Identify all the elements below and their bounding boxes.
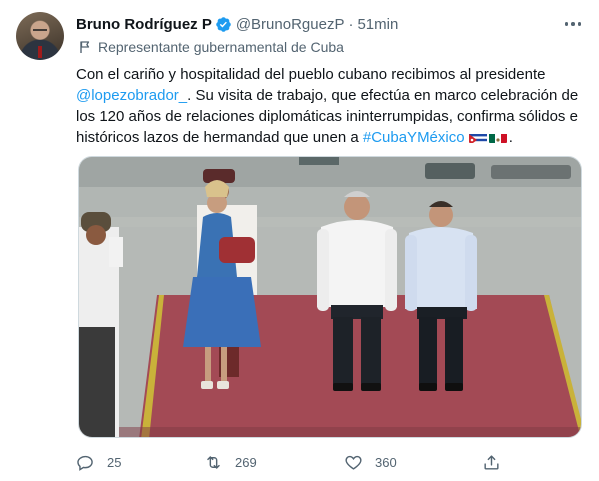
tweet-text-part1: Con el cariño y hospitalidad del pueblo … (76, 66, 546, 83)
tweet-actions: 25 269 360 (76, 450, 506, 474)
avatar-tie (38, 46, 42, 58)
cuba-flag-emoji (468, 131, 487, 143)
label-flag-icon (80, 41, 90, 53)
photo-scene (79, 157, 581, 437)
honor-guard (79, 212, 123, 437)
retweet-button[interactable]: 269 (204, 450, 257, 474)
like-count: 360 (375, 454, 397, 470)
author-name[interactable]: Bruno Rodríguez P (76, 16, 212, 33)
reply-icon (77, 455, 93, 471)
tweet-header: Bruno Rodríguez P @BrunoRguezP · 51min (76, 14, 398, 34)
mention-link[interactable]: @lopezobrador_ (76, 87, 187, 104)
like-button[interactable]: 360 (344, 450, 397, 474)
verified-badge-icon (216, 16, 231, 32)
reply-count: 25 (107, 454, 122, 470)
more-options-icon[interactable] (562, 14, 584, 34)
retweet-count: 269 (235, 454, 257, 470)
tweet-text: Con el cariño y hospitalidad del pueblo … (76, 64, 586, 148)
government-label[interactable]: Representante gubernamental de Cuba (78, 38, 344, 56)
tweet-text-end: . (508, 129, 513, 146)
share-button[interactable] (482, 450, 513, 474)
separator-dot: · (348, 15, 354, 33)
avatar[interactable] (16, 12, 64, 60)
tweet-photo[interactable] (78, 156, 582, 438)
like-icon (345, 455, 362, 470)
government-label-text: Representante gubernamental de Cuba (98, 39, 344, 55)
reply-button[interactable]: 25 (76, 450, 121, 474)
retweet-icon (207, 455, 220, 469)
share-icon (484, 454, 499, 470)
avatar-glasses (33, 29, 47, 32)
hashtag-link[interactable]: #CubaYMéxico (363, 129, 465, 146)
tweet-timestamp[interactable]: 51min (357, 16, 398, 33)
mexico-flag-emoji (488, 131, 507, 143)
author-handle[interactable]: @BrunoRguezP (236, 16, 345, 33)
tweet-card[interactable]: Bruno Rodríguez P @BrunoRguezP · 51min R… (0, 0, 599, 481)
